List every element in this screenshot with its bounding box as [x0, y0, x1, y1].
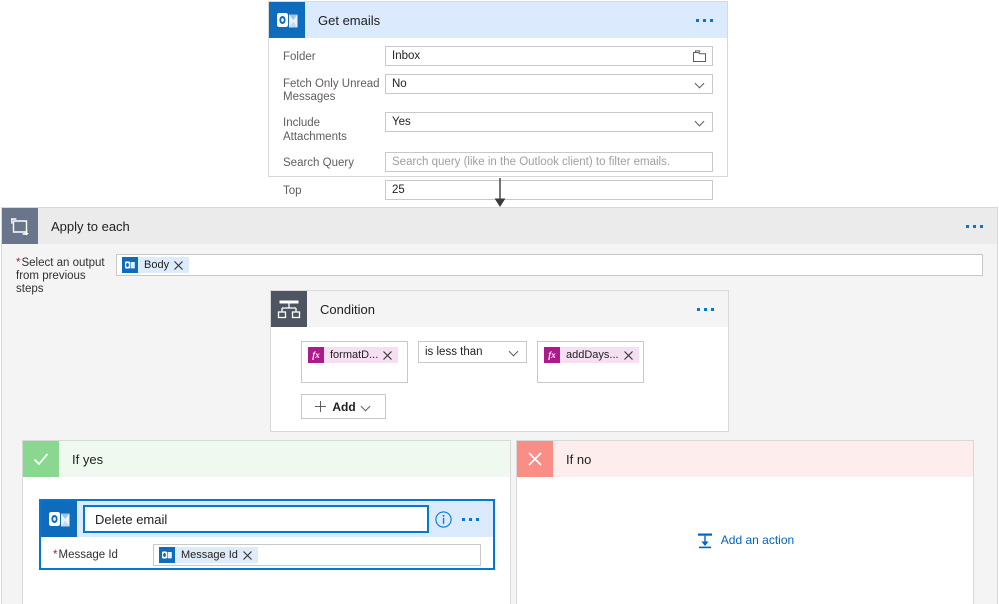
add-condition-label: Add — [332, 399, 356, 414]
field-label-folder: Folder — [283, 51, 316, 63]
close-icon[interactable] — [623, 350, 634, 361]
chevron-down-icon[interactable] — [696, 79, 706, 89]
field-label-search-query: Search Query — [283, 157, 354, 169]
field-value-fetch-unread: No — [392, 78, 407, 90]
branch-if-no[interactable]: If no Add an action — [516, 440, 974, 604]
card-title-input-delete-email[interactable]: Delete email — [83, 505, 429, 533]
field-row-folder: Folder Inbox — [269, 46, 727, 66]
required-indicator: * — [53, 549, 58, 561]
field-input-fetch-unread[interactable]: No — [385, 74, 713, 94]
token-label-right-operand: addDays... — [566, 349, 619, 361]
field-label-message-id-text: Message Id — [58, 549, 118, 561]
add-condition-button[interactable]: Add — [301, 394, 386, 419]
outlook-icon — [41, 501, 77, 537]
token-label-body: Body — [144, 259, 170, 271]
branch-title-if-no: If no — [566, 451, 592, 467]
chevron-down-icon[interactable] — [510, 347, 520, 357]
action-card-get-emails[interactable]: Get emails Folder Inbox Fetch Only Unrea… — [268, 1, 728, 200]
info-icon[interactable] — [435, 510, 452, 528]
condition-operator-dropdown[interactable]: is less than — [418, 341, 527, 363]
outlook-icon — [269, 2, 305, 38]
field-placeholder-search-query: Search query (like in the Outlook client… — [392, 156, 671, 168]
outlook-icon — [122, 257, 138, 273]
fx-icon: fx — [308, 347, 324, 363]
card-header-condition[interactable]: Condition — [271, 291, 728, 327]
scope-card-apply-to-each[interactable]: Apply to each *Select an output from pre… — [1, 207, 998, 604]
action-card-delete-email[interactable]: Delete email *Message Id Message Id — [39, 499, 495, 570]
add-action-icon — [697, 533, 712, 549]
action-card-condition[interactable]: Condition fx formatD... is less than fx … — [270, 290, 729, 432]
fx-icon: fx — [544, 347, 560, 363]
field-row-fetch-unread: Fetch Only Unread Messages No — [269, 74, 727, 104]
outlook-icon — [159, 547, 175, 563]
add-an-action-button[interactable]: Add an action — [517, 531, 973, 549]
card-header-delete-email[interactable]: Delete email — [41, 501, 493, 537]
token-adddays[interactable]: fx addDays... — [544, 347, 639, 363]
token-message-id[interactable]: Message Id — [159, 547, 258, 563]
field-input-folder[interactable]: Inbox — [385, 46, 713, 66]
field-row-search-query: Search Query Search query (like in the O… — [269, 152, 727, 172]
field-label-include-attachments: Include Attachments — [283, 117, 347, 143]
field-input-search-query[interactable]: Search query (like in the Outlook client… — [385, 152, 713, 172]
condition-icon — [271, 291, 307, 327]
card-body-get-emails: Folder Inbox Fetch Only Unread Messages … — [269, 46, 727, 200]
close-icon[interactable] — [242, 550, 253, 561]
folder-icon[interactable] — [693, 50, 706, 62]
field-row-select-output: *Select an output from previous steps Bo… — [2, 244, 997, 296]
field-input-select-output[interactable]: Body — [116, 254, 983, 276]
card-header-get-emails[interactable]: Get emails — [269, 2, 727, 38]
card-title-condition: Condition — [320, 301, 375, 317]
close-icon[interactable] — [173, 260, 184, 271]
token-body[interactable]: Body — [122, 257, 190, 273]
token-label-left-operand: formatD... — [330, 349, 379, 361]
chevron-down-icon[interactable] — [696, 117, 706, 127]
card-title-apply-to-each: Apply to each — [51, 218, 130, 234]
branch-title-if-yes: If yes — [72, 451, 104, 467]
field-label-select-output: *Select an output from previous steps — [16, 254, 116, 296]
field-value-include-attachments: Yes — [392, 116, 411, 128]
ellipsis-icon[interactable] — [966, 224, 983, 228]
field-row-message-id: *Message Id Message Id — [41, 537, 493, 566]
close-icon[interactable] — [382, 350, 393, 361]
field-label-select-output-line2: from previous steps — [16, 270, 86, 295]
loop-icon — [2, 208, 38, 244]
field-input-message-id[interactable]: Message Id — [153, 544, 481, 566]
field-label-message-id: *Message Id — [53, 548, 153, 562]
ellipsis-icon[interactable] — [696, 18, 713, 22]
field-label-top: Top — [283, 185, 302, 197]
field-label-fetch-unread: Fetch Only Unread Messages — [283, 78, 380, 103]
condition-left-operand[interactable]: fx formatD... — [301, 341, 408, 383]
condition-row: fx formatD... is less than fx addDays... — [271, 327, 728, 383]
card-header-apply-to-each[interactable]: Apply to each — [2, 208, 997, 244]
plus-icon — [315, 401, 327, 412]
down-arrow-icon — [494, 178, 506, 207]
token-formatdatetime[interactable]: fx formatD... — [308, 347, 399, 363]
required-indicator: * — [16, 257, 21, 269]
add-an-action-label: Add an action — [720, 533, 795, 547]
field-input-top[interactable]: 25 — [385, 180, 713, 200]
condition-right-operand[interactable]: fx addDays... — [537, 341, 644, 383]
token-label-message-id: Message Id — [181, 549, 238, 561]
ellipsis-icon[interactable] — [462, 517, 479, 521]
field-row-include-attachments: Include Attachments Yes — [269, 112, 727, 144]
field-value-folder: Inbox — [392, 50, 421, 62]
ellipsis-icon[interactable] — [697, 307, 714, 311]
field-value-top: 25 — [392, 184, 405, 196]
close-icon — [517, 441, 553, 477]
branch-if-yes[interactable]: If yes Delete email *Message Id Message … — [22, 440, 511, 604]
card-title-delete-email: Delete email — [95, 511, 168, 527]
branch-header-if-no: If no — [517, 441, 973, 477]
chevron-down-icon[interactable] — [362, 402, 372, 412]
condition-operator-value: is less than — [425, 346, 483, 358]
flow-designer-canvas: Get emails Folder Inbox Fetch Only Unrea… — [0, 0, 999, 604]
card-title-get-emails: Get emails — [318, 12, 381, 28]
branch-header-if-yes: If yes — [23, 441, 510, 477]
field-input-include-attachments[interactable]: Yes — [385, 112, 713, 132]
field-label-select-output-line1: Select an output — [21, 257, 105, 269]
checkmark-icon — [23, 441, 59, 477]
